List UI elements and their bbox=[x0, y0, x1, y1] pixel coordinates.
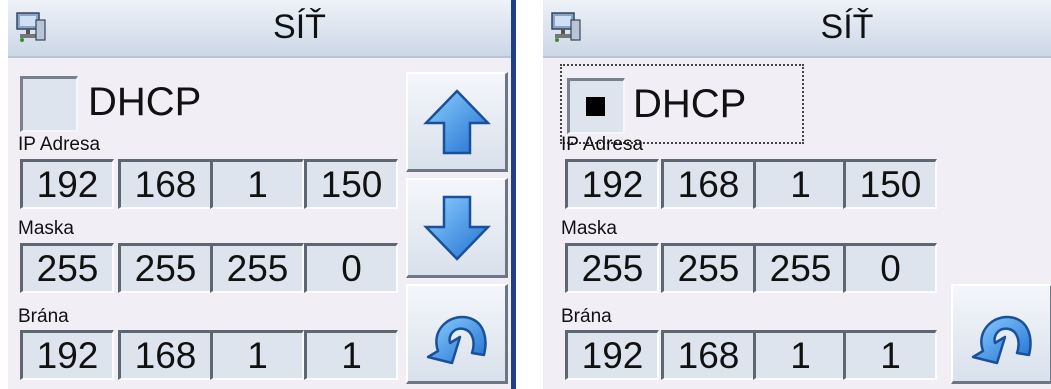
ip-octet-1[interactable]: 192 bbox=[20, 159, 114, 209]
ip-octet-4[interactable]: 150 bbox=[304, 159, 398, 209]
gateway-octet-3[interactable]: 1 bbox=[753, 330, 847, 380]
mask-octet-4[interactable]: 0 bbox=[843, 243, 937, 293]
ip-octet-2[interactable]: 168 bbox=[661, 159, 755, 209]
gateway-octet-1[interactable]: 192 bbox=[565, 330, 659, 380]
network-screen-right: SÍŤ DHCP IP Adresa 192 168 1 150 Maska 2… bbox=[543, 0, 1051, 389]
mask-label: Maska bbox=[18, 218, 74, 239]
gateway-octet-1[interactable]: 192 bbox=[20, 330, 114, 380]
checkbox-checked-mark bbox=[586, 97, 605, 116]
gateway-octet-4[interactable]: 1 bbox=[843, 330, 937, 380]
gateway-label: Brána bbox=[561, 306, 612, 327]
ip-address-label: IP Adresa bbox=[18, 134, 101, 155]
gateway-octet-3[interactable]: 1 bbox=[210, 330, 304, 380]
mask-octet-3[interactable]: 255 bbox=[753, 243, 847, 293]
ip-octet-4[interactable]: 150 bbox=[843, 159, 937, 209]
ip-address-label: IP Adresa bbox=[561, 134, 644, 155]
title-bar: SÍŤ bbox=[543, 0, 1051, 58]
ip-octet-1[interactable]: 192 bbox=[565, 159, 659, 209]
mask-label: Maska bbox=[561, 218, 617, 239]
back-arrow-icon bbox=[971, 315, 1032, 364]
network-screen-left: SÍŤ DHCP IP Adresa 192 168 1 150 Maska 2… bbox=[8, 0, 516, 389]
back-arrow-icon bbox=[426, 315, 487, 364]
page-title: SÍŤ bbox=[820, 8, 874, 46]
gateway-octet-2[interactable]: 168 bbox=[118, 330, 212, 380]
scroll-down-button[interactable] bbox=[406, 178, 508, 278]
dhcp-checkbox[interactable] bbox=[20, 76, 78, 132]
mask-octet-1[interactable]: 255 bbox=[565, 243, 659, 293]
mask-octet-1[interactable]: 255 bbox=[20, 243, 114, 293]
down-arrow-icon bbox=[422, 195, 491, 261]
ip-octet-3[interactable]: 1 bbox=[210, 159, 304, 209]
back-button[interactable] bbox=[406, 284, 508, 384]
ip-octet-2[interactable]: 168 bbox=[118, 159, 212, 209]
mask-octet-3[interactable]: 255 bbox=[210, 243, 304, 293]
dhcp-label: DHCP bbox=[633, 82, 747, 126]
mask-octet-4[interactable]: 0 bbox=[304, 243, 398, 293]
dhcp-checkbox[interactable] bbox=[567, 78, 625, 134]
gateway-octet-4[interactable]: 1 bbox=[304, 330, 398, 380]
mask-octet-2[interactable]: 255 bbox=[661, 243, 755, 293]
title-bar: SÍŤ bbox=[8, 0, 511, 58]
scroll-up-button[interactable] bbox=[406, 72, 508, 172]
gateway-octet-2[interactable]: 168 bbox=[661, 330, 755, 380]
ip-octet-3[interactable]: 1 bbox=[753, 159, 847, 209]
dhcp-label: DHCP bbox=[88, 80, 202, 124]
page-title: SÍŤ bbox=[273, 8, 326, 46]
up-arrow-icon bbox=[422, 88, 491, 154]
mask-octet-2[interactable]: 255 bbox=[118, 243, 212, 293]
gateway-label: Brána bbox=[18, 306, 69, 327]
back-button[interactable] bbox=[951, 284, 1051, 384]
